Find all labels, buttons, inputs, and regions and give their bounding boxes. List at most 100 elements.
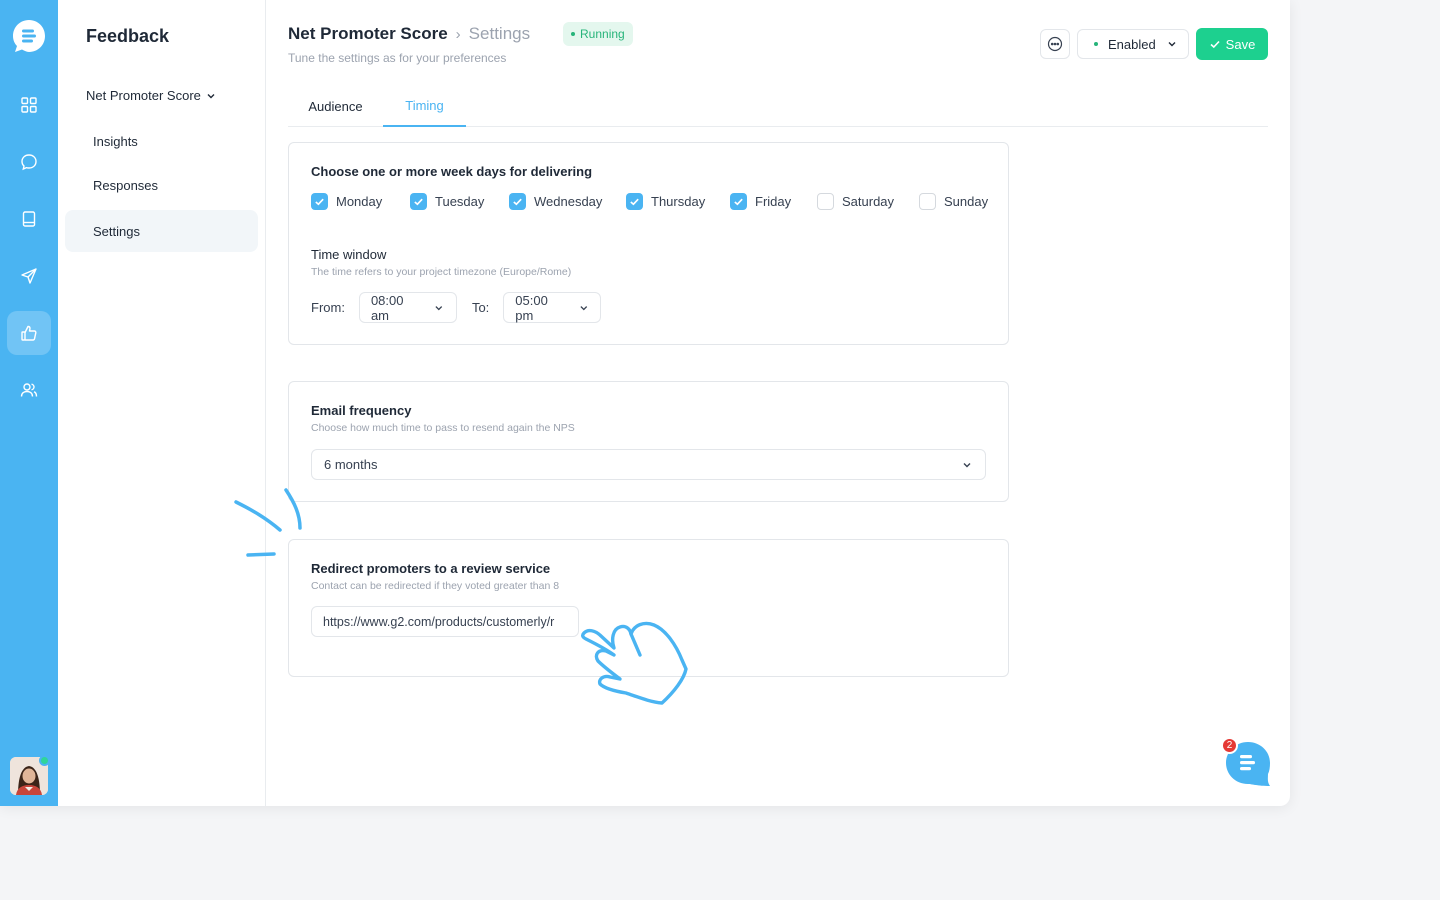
check-icon <box>630 198 639 206</box>
enabled-dropdown[interactable]: Enabled <box>1077 29 1189 59</box>
breadcrumb-current: Settings <box>468 24 531 43</box>
nav-item-label: Settings <box>93 223 140 239</box>
redirect-hint: Contact can be redirected if they voted … <box>311 580 560 592</box>
redirect-url-input[interactable] <box>311 606 579 637</box>
chevron-down-icon <box>963 462 971 467</box>
nav-item-insights[interactable]: Insights <box>65 120 258 162</box>
day-label: Thursday <box>651 194 706 209</box>
time-window-title: Time window <box>311 247 387 262</box>
delivery-settings-card: Choose one or more week days for deliver… <box>288 142 1009 345</box>
secondary-nav: Feedback Net Promoter Score Insights Res… <box>58 0 266 806</box>
day-monday[interactable]: Monday <box>311 193 410 210</box>
online-status-dot <box>39 755 50 766</box>
nav-item-settings[interactable]: Settings <box>65 210 258 252</box>
day-label: Monday <box>336 194 383 209</box>
tab-bar: Audience Timing <box>288 86 1268 127</box>
tab-timing[interactable]: Timing <box>383 86 466 127</box>
rail-chat[interactable] <box>7 140 51 184</box>
day-wednesday[interactable]: Wednesday <box>509 193 626 210</box>
check-icon <box>734 198 743 206</box>
nav-item-label: Responses <box>93 177 159 193</box>
breadcrumb: Net Promoter Score › Settings <box>288 24 530 44</box>
day-label: Wednesday <box>534 194 603 209</box>
day-tuesday[interactable]: Tuesday <box>410 193 509 210</box>
logo-icon[interactable] <box>11 18 47 54</box>
rail-contacts[interactable] <box>7 368 51 412</box>
day-friday[interactable]: Friday <box>730 193 817 210</box>
to-label: To: <box>471 300 490 315</box>
check-icon <box>414 198 423 206</box>
to-time-select[interactable]: 05:00 pm <box>503 292 602 323</box>
day-label: Friday <box>755 194 792 209</box>
redirect-card: Redirect promoters to a review service C… <box>288 539 1009 677</box>
app-window: Feedback Net Promoter Score Insights Res… <box>0 0 1290 806</box>
notification-badge: 2 <box>1221 737 1238 754</box>
page-subtitle: Tune the settings as for your preference… <box>288 51 507 65</box>
dashboard-icon <box>21 97 37 113</box>
check-icon <box>315 198 324 206</box>
weekday-list: Monday Tuesday Wednesday Thursday Friday… <box>311 193 999 210</box>
thumbs-up-icon <box>21 325 37 341</box>
rail-knowledge[interactable] <box>7 197 51 241</box>
enabled-label: Enabled <box>1108 36 1156 52</box>
chevron-down-icon <box>207 93 215 98</box>
day-label: Sunday <box>944 194 989 209</box>
more-horizontal-icon <box>1047 36 1063 52</box>
tab-label: Audience <box>308 98 363 114</box>
time-window-hint: The time refers to your project timezone… <box>311 266 572 278</box>
email-frequency-hint: Choose how much time to pass to resend a… <box>311 422 575 434</box>
chevron-down-icon <box>435 305 443 310</box>
from-time-value: 08:00 am <box>370 292 404 323</box>
nav-item-label: Insights <box>93 133 138 149</box>
check-icon <box>1210 40 1220 49</box>
email-frequency-value: 6 months <box>324 457 378 472</box>
status-badge: Running <box>563 22 633 46</box>
from-time-select[interactable]: 08:00 am <box>358 292 457 323</box>
weekdays-title: Choose one or more week days for deliver… <box>311 164 593 179</box>
day-saturday[interactable]: Saturday <box>817 193 919 210</box>
status-dot <box>571 32 575 36</box>
book-icon <box>22 211 36 227</box>
rail-dashboard[interactable] <box>7 83 51 127</box>
save-button[interactable]: Save <box>1196 28 1268 60</box>
tab-label: Timing <box>405 98 444 113</box>
check-icon <box>513 198 522 206</box>
to-time-value: 05:00 pm <box>515 292 548 323</box>
redirect-title: Redirect promoters to a review service <box>311 561 551 576</box>
rail-campaigns[interactable] <box>7 254 51 298</box>
send-icon <box>21 268 37 284</box>
email-frequency-select[interactable]: 6 months <box>311 449 986 480</box>
rail-feedback[interactable] <box>7 311 51 355</box>
email-frequency-card: Email frequency Choose how much time to … <box>288 381 1009 502</box>
chevron-down-icon <box>1168 42 1176 47</box>
checkbox-unchecked[interactable] <box>817 193 834 210</box>
app-title: Feedback <box>86 26 170 46</box>
checkbox-checked[interactable] <box>311 193 328 210</box>
breadcrumb-root[interactable]: Net Promoter Score <box>288 24 448 44</box>
save-label: Save <box>1225 36 1256 52</box>
section-label: Net Promoter Score <box>86 88 201 103</box>
nav-item-responses[interactable]: Responses <box>65 164 258 206</box>
section-selector[interactable]: Net Promoter Score <box>86 88 217 103</box>
email-frequency-title: Email frequency <box>311 403 412 418</box>
users-icon <box>20 383 38 397</box>
day-label: Saturday <box>842 194 895 209</box>
day-label: Tuesday <box>435 194 485 209</box>
main-content: Net Promoter Score › Settings Running Tu… <box>266 0 1290 806</box>
day-sunday[interactable]: Sunday <box>919 193 999 210</box>
icon-rail <box>0 0 58 806</box>
checkbox-checked[interactable] <box>730 193 747 210</box>
more-options-button[interactable] <box>1040 29 1070 59</box>
checkbox-checked[interactable] <box>410 193 427 210</box>
checkbox-checked[interactable] <box>626 193 643 210</box>
status-text: Running <box>580 27 625 41</box>
time-window-row: From: 08:00 am To: 05:00 pm <box>311 292 602 323</box>
enabled-dot <box>1094 42 1098 46</box>
day-thursday[interactable]: Thursday <box>626 193 730 210</box>
checkbox-checked[interactable] <box>509 193 526 210</box>
chat-icon <box>21 154 37 171</box>
tab-audience[interactable]: Audience <box>288 86 383 126</box>
chevron-down-icon <box>580 305 587 310</box>
from-label: From: <box>311 300 345 315</box>
checkbox-unchecked[interactable] <box>919 193 936 210</box>
